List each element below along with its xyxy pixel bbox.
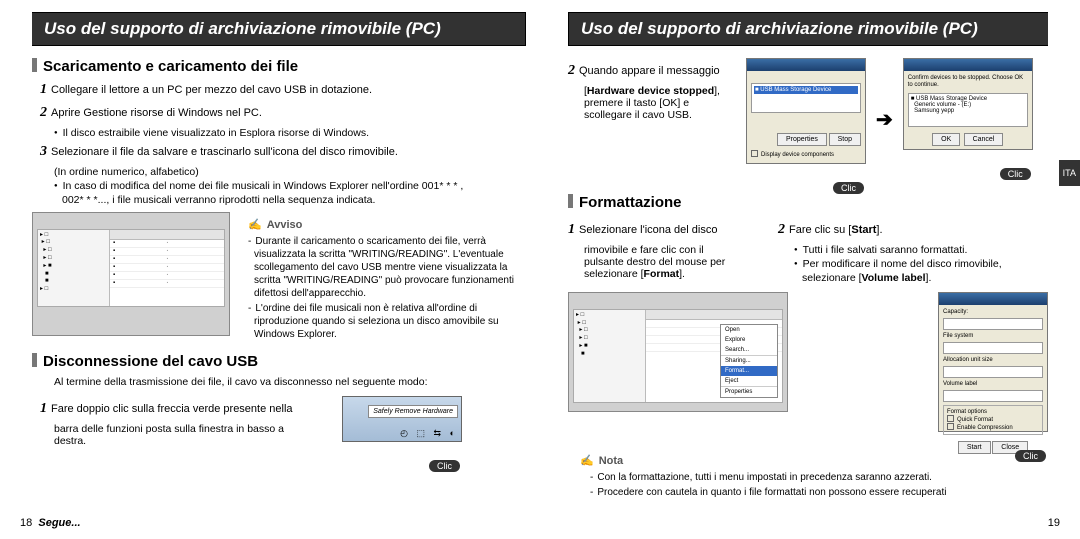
- warning-item: L'ordine dei file musicali non è relativ…: [254, 302, 526, 341]
- tray-icons: ◴ ⬚ ⇆ ◐: [400, 428, 458, 439]
- step-2: 2Aprire Gestione risorse di Windows nel …: [40, 104, 526, 123]
- intro-text: Al termine della trasmissione dei file, …: [54, 376, 526, 388]
- step-text: Quando appare il messaggio: [579, 65, 720, 77]
- figure-windows-explorer: ▸ □ ▸ □ ▸ □ ▸ □ ▸ ■ ■ ■▸ □ ▪· ▪· ▪· ▪· ▪…: [32, 212, 230, 336]
- step-sub: (In ordine numerico, alfabetico): [54, 166, 526, 178]
- click-label: Clic: [1000, 168, 1031, 180]
- page-footer-left: 18 Segue...: [20, 517, 81, 529]
- step-text: Selezionare il file da salvare e trascin…: [51, 146, 398, 158]
- note-item: Con la formattazione, tutti i menu impos…: [596, 471, 1048, 484]
- step-text: Aprire Gestione risorse di Windows nel P…: [51, 107, 262, 119]
- section-disconnect: Disconnessione del cavo USB: [32, 353, 526, 370]
- left-page: Uso del supporto di archiviazione rimovi…: [0, 0, 540, 539]
- explorer-list: ▪· ▪· ▪· ▪· ▪· ▪·: [110, 230, 224, 306]
- step-sub: destra.: [54, 435, 332, 447]
- language-tab: ITA: [1059, 160, 1080, 186]
- click-label: Clic: [833, 182, 864, 194]
- disconnect-step-1: 1Fare doppio clic sulla freccia verde pr…: [40, 400, 332, 419]
- step-sub: scollegare il cavo USB.: [584, 109, 736, 121]
- step-sub: 002* * *..., i file musicali verranno ri…: [62, 194, 526, 206]
- step-1: 1Collegare il lettore a un PC per mezzo …: [40, 81, 526, 100]
- step-sub: selezionare [Format].selezionare [Format…: [584, 268, 768, 280]
- step-sub: [Hardware device stopped],: [584, 85, 736, 97]
- format-step-2: 2Fare clic su [Start].: [778, 221, 1048, 240]
- step-sub: barra delle funzioni posta sulla finestr…: [54, 423, 332, 435]
- arrow-icon: ➔: [876, 107, 893, 132]
- step-3: 3Selezionare il file da salvare e trasci…: [40, 143, 526, 162]
- right-page: Uso del supporto di archiviazione rimovi…: [540, 0, 1080, 539]
- section-format: Formattazione: [568, 194, 1048, 211]
- figure-safely-remove-dialog: ■ USB Mass Storage Device Properties Sto…: [746, 58, 866, 164]
- step-text: Selezionare l'icona del disco: [579, 224, 717, 236]
- figure-format-dialog: Capacity: File system Allocation unit si…: [938, 292, 1048, 432]
- explorer-list: Open Explore Search... Sharing... Format…: [646, 310, 782, 402]
- warning-heading: Avviso: [248, 218, 526, 231]
- bullet: In caso di modifica del nome dei file mu…: [54, 180, 526, 192]
- click-label: Clic: [1015, 450, 1046, 462]
- click-label: Clic: [429, 460, 460, 472]
- step-text: Fare doppio clic sulla freccia verde pre…: [51, 403, 293, 415]
- bullet: Il disco estraibile viene visualizzato i…: [54, 127, 526, 139]
- step-sub: pulsante destro del mouse per: [584, 256, 768, 268]
- figure-stop-device-dialog: Confirm devices to be stopped. Choose OK…: [903, 58, 1033, 150]
- explorer-tree: ▸ □ ▸ □ ▸ □ ▸ □ ▸ ■ ■: [574, 310, 646, 402]
- warning-item: Durante il caricamento o scaricamento de…: [254, 235, 526, 300]
- step-sub: rimovibile e fare clic con il: [584, 244, 768, 256]
- explorer-tree: ▸ □ ▸ □ ▸ □ ▸ □ ▸ ■ ■ ■▸ □: [38, 230, 110, 306]
- format-step-1: 1Selezionare l'icona del disco: [568, 221, 768, 240]
- section-download-upload: Scaricamento e caricamento dei file: [32, 58, 526, 75]
- step-sub: premere il tasto [OK] e: [584, 97, 736, 109]
- safely-remove-tooltip: Safely Remove Hardware: [368, 405, 458, 418]
- bullet: Per modificare il nome del disco rimovib…: [794, 258, 1048, 270]
- section-h-text: Disconnessione del cavo USB: [43, 353, 258, 370]
- page-footer-right: 19: [1048, 517, 1060, 529]
- note-item: Procedere con cautela in quanto i file f…: [596, 486, 1048, 499]
- figure-safely-remove: Safely Remove Hardware ◴ ⬚ ⇆ ◐: [342, 396, 462, 442]
- step-text: Collegare il lettore a un PC per mezzo d…: [51, 84, 372, 96]
- left-title: Uso del supporto di archiviazione rimovi…: [32, 12, 526, 46]
- section-h-text: Scaricamento e caricamento dei file: [43, 58, 298, 75]
- bullet: Tutti i file salvati saranno formattati.: [794, 244, 1048, 256]
- figure-explorer-format: ▸ □ ▸ □ ▸ □ ▸ □ ▸ ■ ■ Open Explore Searc…: [568, 292, 788, 412]
- disconnect-step-2: 2Quando appare il messaggio: [568, 62, 736, 81]
- section-h-text: Formattazione: [579, 194, 682, 211]
- step-sub: selezionare [Volume label].: [802, 272, 1048, 284]
- right-title: Uso del supporto di archiviazione rimovi…: [568, 12, 1048, 46]
